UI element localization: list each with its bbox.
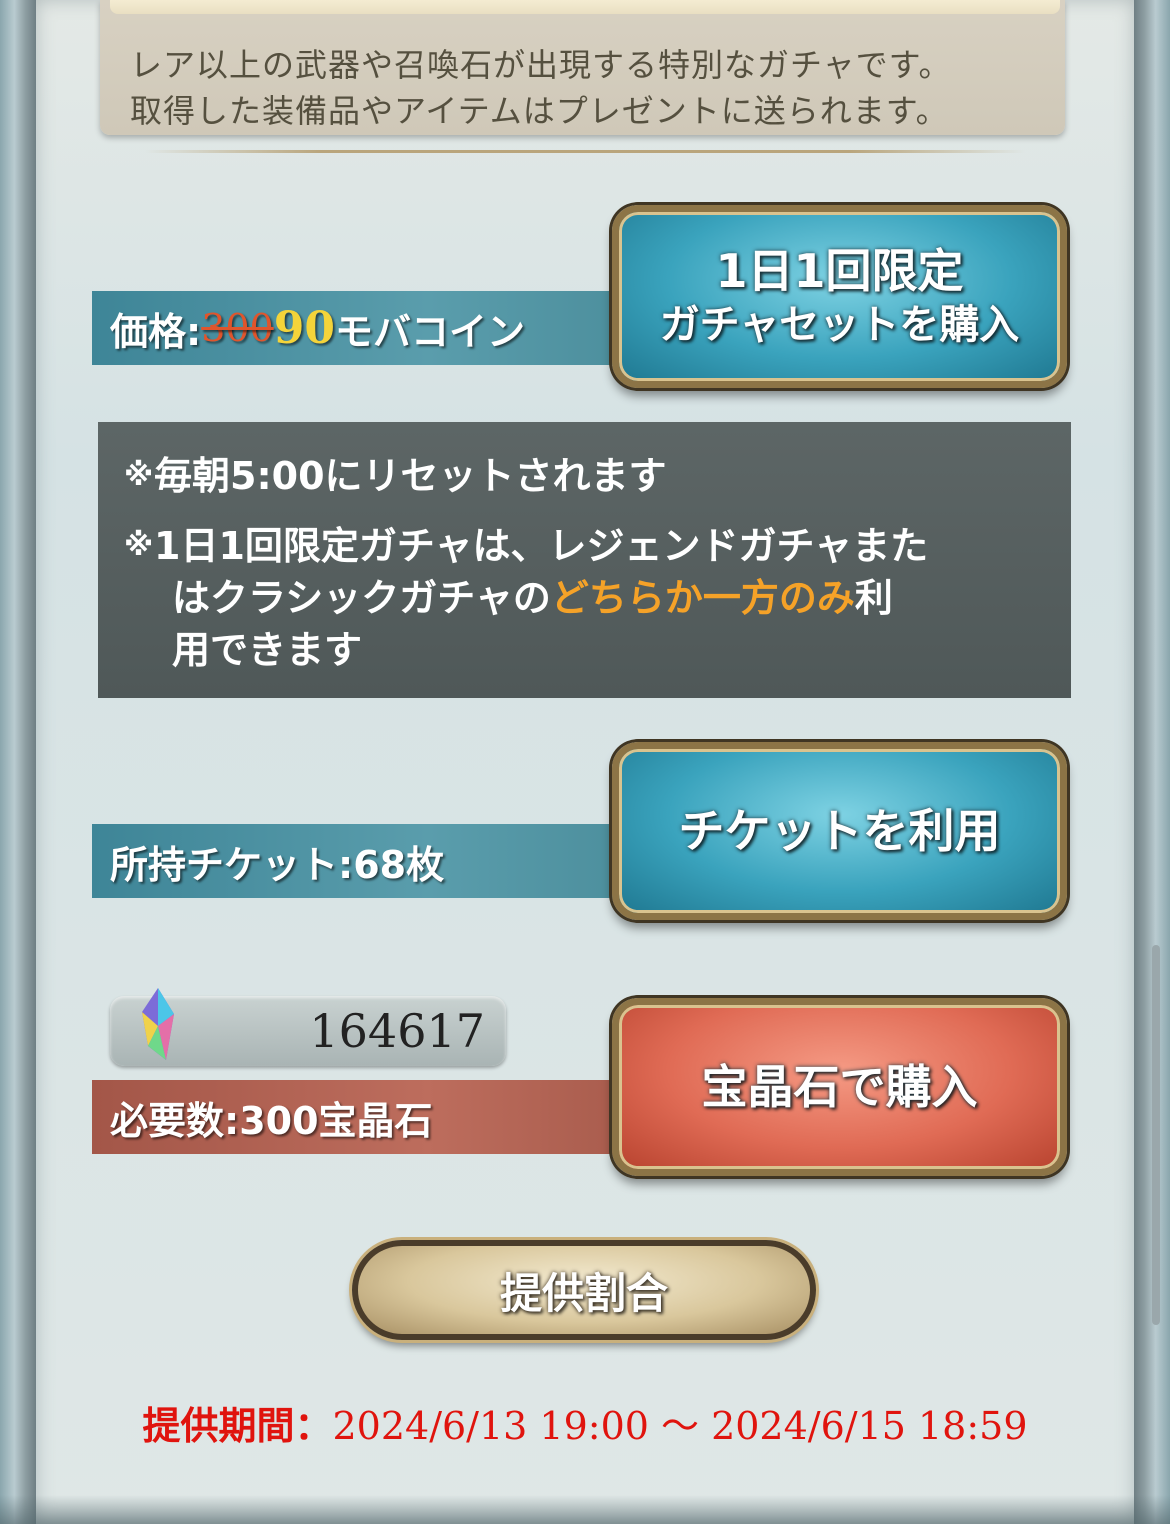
daily-button-line2: ガチャセットを購入 bbox=[659, 301, 1020, 348]
notice-mark-2: ※ bbox=[124, 528, 154, 563]
description-line-1: レア以上の武器や召喚石が出現する特別なガチャです。 bbox=[130, 46, 952, 84]
price-new: 90 bbox=[273, 302, 335, 354]
notice-line-3b: 利 bbox=[854, 576, 893, 620]
banner-bottom-edge bbox=[110, 0, 1060, 14]
divider bbox=[145, 150, 1025, 153]
period-label: 提供期間： bbox=[142, 1404, 333, 1448]
price-old: 300 bbox=[201, 306, 274, 350]
required-bar: 必要数:300宝晶石 bbox=[92, 1080, 652, 1154]
use-ticket-label: チケットを利用 bbox=[678, 804, 1001, 858]
notice-mark-1: ※ bbox=[124, 458, 154, 493]
notice-line-1: 毎朝5:00にリセットされます bbox=[154, 454, 667, 498]
buy-with-crystal-button[interactable]: 宝晶石で購入 bbox=[612, 998, 1067, 1176]
notice-highlight: どちらか一方のみ bbox=[550, 576, 855, 620]
notice-line-3a: はクラシックガチャの bbox=[172, 576, 551, 620]
drop-rates-button[interactable]: 提供割合 bbox=[352, 1240, 816, 1340]
bottom-edge bbox=[0, 1495, 1170, 1524]
price-label: 価格: bbox=[110, 309, 202, 354]
description-line-2: 取得した装備品やアイテムはプレゼントに送られます。 bbox=[130, 92, 949, 130]
offer-period: 提供期間：2024/6/13 19:00 〜 2024/6/15 18:59 bbox=[0, 1395, 1170, 1450]
ticket-label: 所持チケット:68枚 bbox=[110, 842, 445, 887]
notice-line-2: 1日1回限定ガチャは、レジェンドガチャまた bbox=[154, 524, 929, 568]
ticket-bar: 所持チケット:68枚 bbox=[92, 824, 652, 898]
scrollbar[interactable] bbox=[1152, 945, 1160, 1325]
period-value: 2024/6/13 19:00 〜 2024/6/15 18:59 bbox=[332, 1404, 1028, 1448]
notice-box: ※ 毎朝5:00にリセットされます ※ 1日1回限定ガチャは、レジェンドガチャま… bbox=[98, 422, 1071, 698]
buy-with-crystal-label: 宝晶石で購入 bbox=[701, 1060, 978, 1114]
frame-left bbox=[0, 0, 36, 1524]
crystal-icon bbox=[142, 988, 174, 1060]
daily-button-line1: 1日1回限定 bbox=[715, 243, 964, 298]
price-unit: モバコイン bbox=[334, 309, 525, 354]
required-label: 必要数:300宝晶石 bbox=[110, 1098, 433, 1143]
description-box: レア以上の武器や召喚石が出現する特別なガチャです。 取得した装備品やアイテムはプ… bbox=[100, 0, 1065, 135]
notice-line-4: 用できます bbox=[172, 628, 363, 672]
use-ticket-button[interactable]: チケットを利用 bbox=[612, 742, 1067, 920]
price-bar: 価格: 300 90 モバコイン bbox=[92, 291, 652, 365]
daily-gacha-set-button[interactable]: 1日1回限定 ガチャセットを購入 bbox=[612, 205, 1067, 388]
drop-rates-label: 提供割合 bbox=[499, 1268, 668, 1318]
crystal-owned: 164617 bbox=[309, 1004, 485, 1058]
